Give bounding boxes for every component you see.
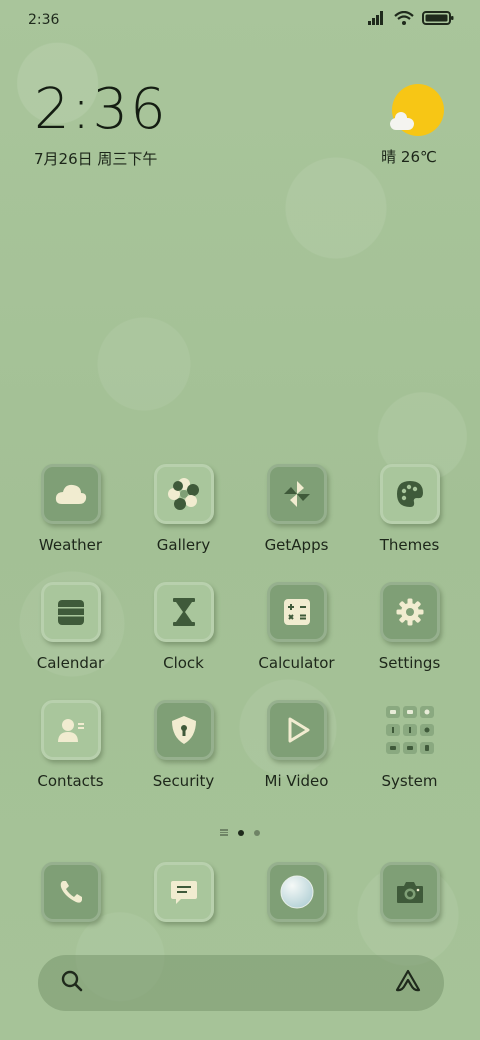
- clock-time: 2:36: [34, 77, 168, 142]
- dock-phone[interactable]: [14, 862, 127, 922]
- page-indicator[interactable]: [0, 829, 480, 836]
- app-label: Calculator: [258, 654, 335, 672]
- palette-icon: [379, 464, 440, 524]
- app-label: Mi Video: [264, 772, 329, 790]
- message-icon: [153, 862, 214, 922]
- sunny-icon: [390, 84, 444, 136]
- status-bar: 2:36: [0, 0, 480, 40]
- folder-grid-icon: [380, 700, 440, 760]
- app-label: System: [381, 772, 438, 790]
- app-calendar[interactable]: Calendar: [14, 582, 127, 672]
- app-label: Calendar: [36, 654, 105, 672]
- app-grid: Weather Gallery GetApps Themes Calendar …: [14, 464, 466, 790]
- app-label: Security: [152, 772, 215, 790]
- battery-icon: [422, 11, 454, 29]
- app-security[interactable]: Security: [127, 700, 240, 790]
- calculator-icon: [266, 582, 327, 642]
- status-time: 2:36: [28, 12, 60, 28]
- app-getapps[interactable]: GetApps: [240, 464, 353, 554]
- calendar-icon: [40, 582, 101, 642]
- person-icon: [40, 700, 101, 760]
- app-clock[interactable]: Clock: [127, 582, 240, 672]
- camera-icon: [379, 862, 440, 922]
- app-mi-video[interactable]: Mi Video: [240, 700, 353, 790]
- page-dot-2: [254, 829, 260, 836]
- app-settings[interactable]: Settings: [353, 582, 466, 672]
- signal-icon: [368, 11, 386, 29]
- app-label: Themes: [379, 536, 440, 554]
- app-label: Settings: [378, 654, 441, 672]
- flower-icon: [153, 464, 214, 524]
- cloud-icon: [390, 112, 414, 130]
- status-icons: [368, 10, 454, 29]
- app-label: Gallery: [156, 536, 211, 554]
- dock-browser[interactable]: [240, 862, 353, 922]
- wifi-icon: [394, 10, 414, 29]
- assistant-icon[interactable]: [394, 968, 422, 998]
- dock: [14, 862, 466, 922]
- clock-widget[interactable]: 2:36 7月26日 周三下午: [34, 78, 168, 169]
- play-icon: [266, 700, 327, 760]
- app-system-folder[interactable]: System: [353, 700, 466, 790]
- app-gallery[interactable]: Gallery: [127, 464, 240, 554]
- shield-icon: [153, 700, 214, 760]
- phone-icon: [40, 862, 101, 922]
- app-drawer-indicator-icon: [220, 829, 228, 836]
- pinwheel-icon: [266, 464, 327, 524]
- dock-camera[interactable]: [353, 862, 466, 922]
- clock-date: 7月26日 周三下午: [34, 150, 158, 168]
- app-label: Weather: [38, 536, 103, 554]
- weather-summary: 晴 26℃: [381, 148, 437, 166]
- dock-messages[interactable]: [127, 862, 240, 922]
- app-label: Contacts: [37, 772, 104, 790]
- search-bar[interactable]: [38, 955, 444, 1011]
- hourglass-icon: [153, 582, 214, 642]
- app-calculator[interactable]: Calculator: [240, 582, 353, 672]
- gear-icon: [379, 582, 440, 642]
- page-dot-1: [238, 829, 244, 836]
- app-label: GetApps: [264, 536, 329, 554]
- search-icon[interactable]: [60, 969, 84, 997]
- app-label: Clock: [163, 654, 204, 672]
- cloud-icon: [40, 464, 101, 524]
- app-contacts[interactable]: Contacts: [14, 700, 127, 790]
- app-themes[interactable]: Themes: [353, 464, 466, 554]
- app-weather[interactable]: Weather: [14, 464, 127, 554]
- weather-widget[interactable]: 晴 26℃: [381, 84, 444, 167]
- browser-icon: [266, 862, 327, 922]
